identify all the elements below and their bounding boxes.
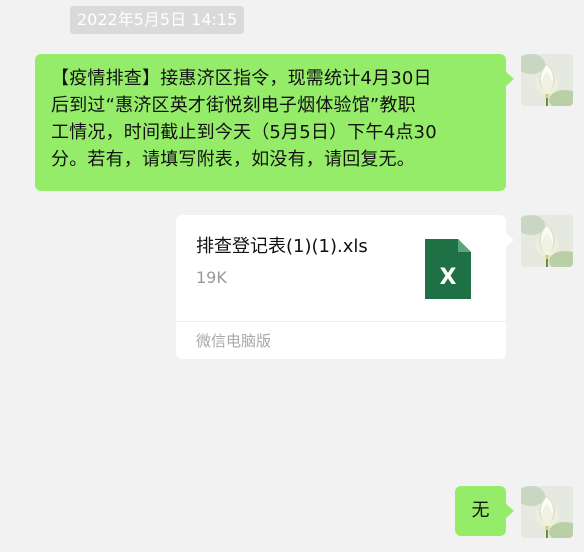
lotus-avatar-image — [521, 486, 573, 538]
file-card-divider — [176, 321, 506, 322]
message-bubble-reply[interactable]: 无 — [455, 486, 514, 536]
avatar[interactable] — [521, 486, 573, 538]
file-message-card[interactable]: 排查登记表(1)(1).xls 19K X 微信电脑版 — [176, 215, 514, 359]
excel-file-icon: X — [425, 239, 471, 299]
message-timestamp: 2022年5月5日 14:15 — [70, 6, 245, 34]
message-bubble-notice[interactable]: 【疫情排查】接惠济区指令，现需统计4月30日 后到过“惠济区英才街悦刻电子烟体验… — [35, 54, 514, 191]
file-size: 19K — [196, 268, 227, 287]
lotus-avatar-image — [521, 54, 573, 106]
message-text: 【疫情排查】接惠济区指令，现需统计4月30日 后到过“惠济区英才街悦刻电子烟体验… — [51, 68, 437, 170]
avatar[interactable] — [521, 54, 573, 106]
file-source-label: 微信电脑版 — [196, 332, 272, 350]
excel-letter: X — [440, 265, 457, 290]
message-text: 无 — [471, 500, 490, 521]
avatar[interactable] — [521, 215, 573, 267]
lotus-avatar-image — [521, 215, 573, 267]
file-name: 排查登记表(1)(1).xls — [196, 236, 368, 257]
